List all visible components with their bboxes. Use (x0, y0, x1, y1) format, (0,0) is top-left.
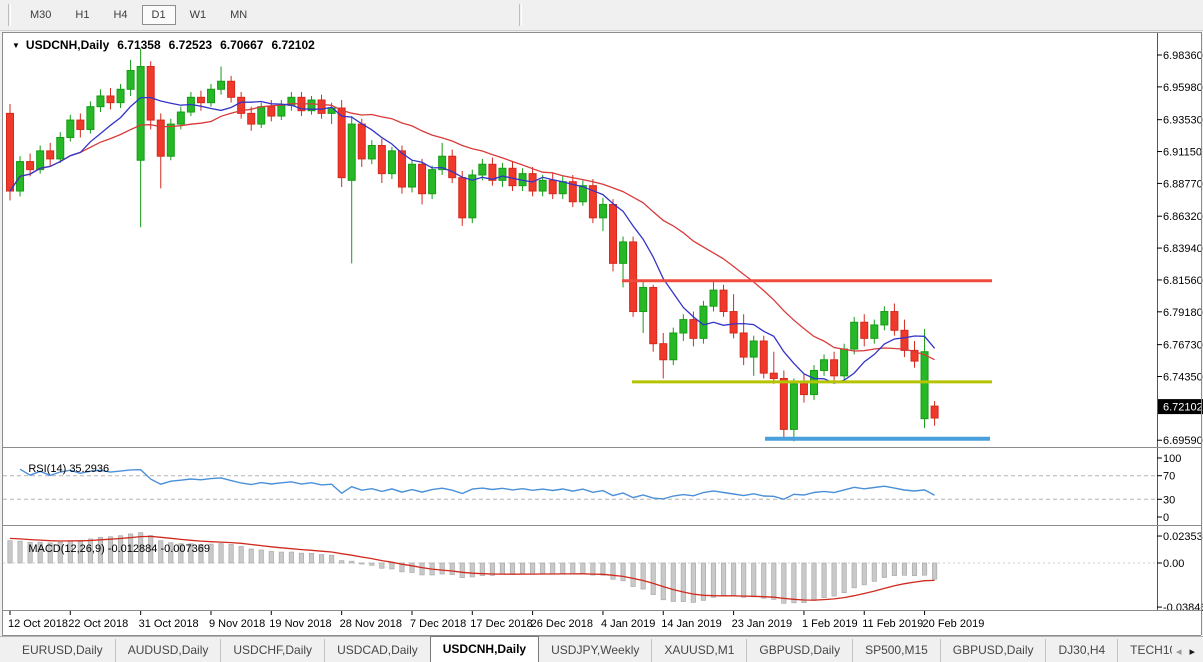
tab-usdjpy-weekly[interactable]: USDJPY,Weekly (539, 639, 651, 662)
time-axis-label: 7 Dec 2018 (410, 618, 466, 630)
ohlc-high: 6.72523 (168, 38, 213, 52)
rsi-name: RSI(14) (28, 463, 67, 475)
time-axis-label: 1 Feb 2019 (802, 618, 858, 630)
tab-dj30-h4[interactable]: DJ30,H4 (1045, 639, 1117, 662)
macd-axis-label: 0.00 (1163, 558, 1184, 570)
ohlc-low: 6.70667 (220, 38, 264, 52)
time-axis-label: 19 Nov 2018 (269, 618, 331, 630)
time-axis-label: 14 Jan 2019 (661, 618, 722, 630)
terminal-window: M30 H1 H4 D1 W1 MN 6.98360 6.95980 6.93530… (0, 0, 1203, 662)
tab-sp500-m15[interactable]: SP500,M15 (852, 639, 940, 662)
rsi-value: 35.2936 (69, 463, 110, 475)
time-axis-label: 9 Nov 2018 (209, 618, 265, 630)
time-axis-label: 31 Oct 2018 (139, 618, 199, 630)
time-axis-label: 22 Oct 2018 (68, 618, 128, 630)
time-axis-label: 26 Dec 2018 (531, 618, 593, 630)
tab-eurusd-daily[interactable]: EURUSD,Daily (10, 639, 115, 662)
timeframe-button-d1[interactable]: D1 (141, 5, 176, 25)
rsi-axis-label: 0 (1163, 512, 1169, 524)
time-axis-label: 20 Feb 2019 (923, 618, 985, 630)
price-axis-label: 6.76730 (1163, 340, 1203, 352)
toolbar-grip[interactable] (8, 4, 11, 26)
rsi-axis-label: 30 (1163, 494, 1175, 506)
timeframe-button-m30[interactable]: M30 (20, 5, 61, 25)
price-axis-label: 6.93530 (1163, 115, 1203, 127)
price-axis-label: 6.95980 (1163, 82, 1203, 94)
tab-gbpusd-daily-2[interactable]: GBPUSD,Daily (939, 639, 1046, 662)
current-price-tag-label: 6.72102 (1163, 402, 1203, 414)
timeframe-button-h4[interactable]: H4 (103, 5, 137, 25)
rsi-indicator-label: RSI(14) 35.2936 (10, 451, 109, 487)
time-axis-label: 4 Jan 2019 (601, 618, 655, 630)
tab-scroll-arrows: ◂ ▸ (1172, 645, 1203, 662)
time-axis-label: 28 Nov 2018 (340, 618, 402, 630)
price-axis-label: 6.79180 (1163, 307, 1203, 319)
tab-audusd-daily[interactable]: AUDUSD,Daily (114, 639, 221, 662)
tab-usdcnh-daily[interactable]: USDCNH,Daily (429, 636, 540, 662)
toolbar-separator (519, 4, 523, 26)
time-axis-label: 12 Oct 2018 (8, 618, 68, 630)
ohlc-open: 6.71358 (117, 38, 161, 52)
macd-name: MACD(12,26,9) (28, 543, 105, 555)
price-axis-label: 6.81560 (1163, 275, 1203, 287)
macd-axis-label: -0.038466 (1163, 602, 1203, 614)
timeframe-button-mn[interactable]: MN (220, 5, 257, 25)
time-axis-label: 11 Feb 2019 (862, 618, 923, 630)
tab-usdchf-daily[interactable]: USDCHF,Daily (220, 639, 324, 662)
tab-xauusd-m1[interactable]: XAUUSD,M1 (651, 639, 746, 662)
macd-axis-label: 0.023534 (1163, 531, 1203, 543)
macd-signal-value: -0.007369 (160, 543, 210, 555)
tab-usdcad-daily[interactable]: USDCAD,Daily (324, 639, 430, 662)
timeframe-toolbar: M30 H1 H4 D1 W1 MN (0, 0, 1203, 31)
price-axis-label: 6.98360 (1163, 50, 1203, 62)
price-axis-label: 6.91150 (1163, 147, 1202, 159)
time-axis-label: 23 Jan 2019 (732, 618, 793, 630)
rsi-axis-label: 100 (1163, 453, 1181, 465)
macd-indicator-label: MACD(12,26,9) -0.012884 -0.007369 (10, 531, 210, 567)
chart-symbol-label: USDCNH,Daily (25, 38, 110, 52)
price-axis-label: 6.83940 (1163, 243, 1203, 255)
tab-scroll-right-icon[interactable]: ▸ (1189, 645, 1195, 658)
tab-gbpusd-daily[interactable]: GBPUSD,Daily (746, 639, 852, 662)
timeframe-button-h1[interactable]: H1 (65, 5, 99, 25)
macd-main-value: -0.012884 (107, 543, 158, 555)
tab-scroll-left-icon[interactable]: ◂ (1176, 645, 1182, 658)
price-axis-label: 6.74350 (1163, 371, 1203, 383)
ohlc-close: 6.72102 (271, 38, 315, 52)
rsi-axis-label: 70 (1163, 471, 1175, 483)
symbol-dropdown-icon[interactable]: ▼ (12, 41, 20, 50)
price-axis-label: 6.69590 (1163, 435, 1203, 447)
chart-title: ▼ USDCNH,Daily 6.71358 6.72523 6.70667 6… (12, 38, 315, 52)
symbol-tab-bar: EURUSD,Daily AUDUSD,Daily USDCHF,Daily U… (0, 636, 1203, 662)
timeframe-button-w1[interactable]: W1 (180, 5, 217, 25)
chart-area[interactable]: 6.98360 6.95980 6.93530 6.91150 6.88770 6.863… (0, 31, 1203, 636)
price-axis-label: 6.86320 (1163, 211, 1203, 223)
price-axis-label: 6.88770 (1163, 178, 1203, 190)
time-axis-label: 17 Dec 2018 (470, 618, 532, 630)
tab-tech100-h4[interactable]: TECH100,H4 (1117, 639, 1172, 662)
